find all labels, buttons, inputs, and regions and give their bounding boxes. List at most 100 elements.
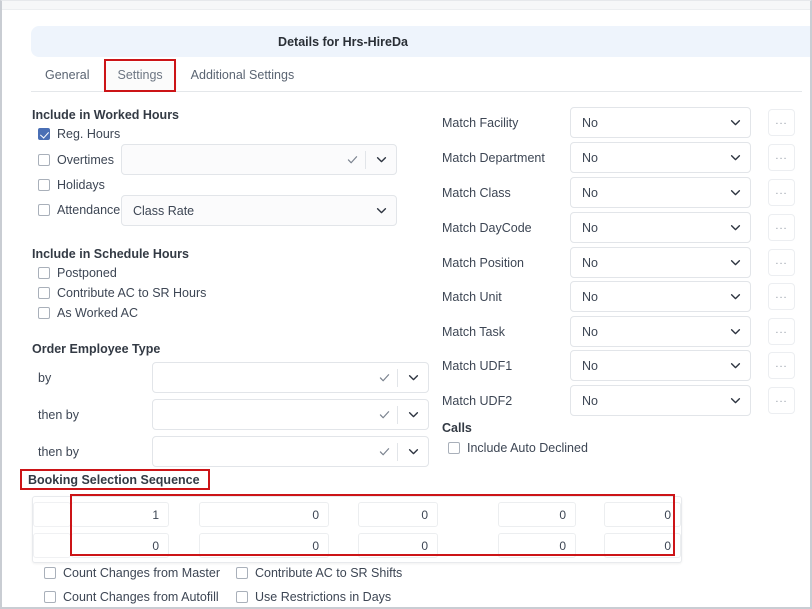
include-in-schedule-hours-heading: Include in Schedule Hours xyxy=(32,247,189,261)
booking-cell-r1c4[interactable]: 0 xyxy=(358,502,438,527)
match-class-ellipsis-button[interactable]: ... xyxy=(768,179,795,206)
match-udf2-ellipsis-button[interactable]: ... xyxy=(768,387,795,414)
chevron-down-icon[interactable] xyxy=(366,196,396,225)
checkbox-count-changes-from-autofill[interactable]: Count Changes from Autofill xyxy=(44,590,219,604)
order-by-label: by xyxy=(38,371,52,385)
match-task-ellipsis-button[interactable]: ... xyxy=(768,318,795,345)
chevron-down-icon[interactable] xyxy=(398,400,428,429)
chevron-down-icon[interactable] xyxy=(398,363,428,392)
order-then-by-1-label: then by xyxy=(38,408,80,422)
booking-cell-r2c3[interactable]: 0 xyxy=(199,533,329,558)
match-position-select[interactable]: No xyxy=(570,247,751,278)
match-udf1-ellipsis-button[interactable]: ... xyxy=(768,352,795,379)
order-then-by-1-combobox[interactable] xyxy=(152,399,429,430)
match-udf1-select[interactable]: No xyxy=(570,350,751,381)
match-position-ellipsis-button[interactable]: ... xyxy=(768,249,795,276)
checkbox-include-auto-declined[interactable]: Include Auto Declined xyxy=(448,441,588,455)
checkbox-holidays[interactable]: Holidays xyxy=(38,178,105,192)
match-department-label: Match Department xyxy=(442,151,545,165)
checkbox-attendance[interactable]: Attendance xyxy=(38,203,120,217)
match-udf2-value: No xyxy=(582,393,598,408)
tab-settings[interactable]: Settings xyxy=(103,62,177,90)
checkbox-overtimes[interactable]: Overtimes xyxy=(38,153,114,167)
order-by-combobox[interactable] xyxy=(152,362,429,393)
match-unit-value: No xyxy=(582,289,598,304)
count-changes-from-master-label: Count Changes from Master xyxy=(63,566,221,580)
booking-cell-r1c3[interactable]: 0 xyxy=(199,502,329,527)
overtimes-combobox[interactable] xyxy=(121,144,397,175)
checkbox-contribute-ac-to-sr-shifts[interactable]: Contribute AC to SR Shifts xyxy=(236,566,402,580)
order-then-by-2-combobox[interactable] xyxy=(152,436,429,467)
booking-cell-r1c2[interactable]: 1 xyxy=(71,502,169,527)
calls-heading: Calls xyxy=(442,421,472,435)
check-icon[interactable] xyxy=(371,437,397,466)
match-unit-ellipsis-button[interactable]: ... xyxy=(768,283,795,310)
match-class-label: Match Class xyxy=(442,186,511,200)
check-icon[interactable] xyxy=(371,363,397,392)
chevron-down-icon[interactable] xyxy=(398,437,428,466)
match-department-ellipsis-button[interactable]: ... xyxy=(768,144,795,171)
check-icon[interactable] xyxy=(339,145,365,174)
table-row: 1 0 0 0 0 xyxy=(33,500,681,529)
match-unit-select[interactable]: No xyxy=(570,281,751,312)
match-facility-value: No xyxy=(582,115,598,130)
contribute-ac-to-sr-hours-label: Contribute AC to SR Hours xyxy=(57,286,207,300)
chevron-down-icon[interactable] xyxy=(720,213,750,242)
booking-cell-r2c2[interactable]: 0 xyxy=(71,533,169,558)
booking-selection-sequence-table: 1 0 0 0 0 0 0 0 0 0 xyxy=(32,496,682,563)
dialog-title-bar: Details for Hrs-HireDa xyxy=(31,26,810,57)
booking-cell-r2c6[interactable]: 0 xyxy=(604,533,681,558)
include-auto-declined-checkbox-box[interactable] xyxy=(448,442,460,454)
checkbox-postponed[interactable]: Postponed xyxy=(38,266,117,280)
chevron-down-icon[interactable] xyxy=(366,145,396,174)
overtimes-label: Overtimes xyxy=(57,153,114,167)
chevron-down-icon[interactable] xyxy=(720,282,750,311)
checkbox-contribute-ac-to-sr-hours[interactable]: Contribute AC to SR Hours xyxy=(38,286,206,300)
reg-hours-checkbox-box[interactable] xyxy=(38,128,50,140)
checkbox-reg-hours[interactable]: Reg. Hours xyxy=(38,127,120,141)
chevron-down-icon[interactable] xyxy=(720,143,750,172)
checkbox-use-restrictions-in-days[interactable]: Use Restrictions in Days xyxy=(236,590,391,604)
match-udf1-label: Match UDF1 xyxy=(442,359,513,373)
contribute-ac-to-sr-hours-checkbox-box[interactable] xyxy=(38,287,50,299)
match-position-value: No xyxy=(582,255,598,270)
match-facility-ellipsis-button[interactable]: ... xyxy=(768,109,795,136)
booking-cell-r1c1[interactable] xyxy=(33,502,71,527)
booking-cell-r2c1[interactable] xyxy=(33,533,71,558)
match-udf2-select[interactable]: No xyxy=(570,385,751,416)
match-daycode-ellipsis-button[interactable]: ... xyxy=(768,214,795,241)
booking-cell-r2c5[interactable]: 0 xyxy=(498,533,576,558)
match-class-select[interactable]: No xyxy=(570,177,751,208)
match-class-value: No xyxy=(582,185,598,200)
booking-cell-r1c6[interactable]: 0 xyxy=(604,502,681,527)
booking-cell-r1c5[interactable]: 0 xyxy=(498,502,576,527)
chevron-down-icon[interactable] xyxy=(720,108,750,137)
chevron-down-icon[interactable] xyxy=(720,248,750,277)
booking-cell-r2c4[interactable]: 0 xyxy=(358,533,438,558)
match-task-select[interactable]: No xyxy=(570,316,751,347)
match-daycode-select[interactable]: No xyxy=(570,212,751,243)
postponed-checkbox-box[interactable] xyxy=(38,267,50,279)
check-icon[interactable] xyxy=(371,400,397,429)
checkbox-as-worked-ac[interactable]: As Worked AC xyxy=(38,306,138,320)
contribute-ac-to-sr-shifts-checkbox-box[interactable] xyxy=(236,567,248,579)
count-changes-from-master-checkbox-box[interactable] xyxy=(44,567,56,579)
holidays-checkbox-box[interactable] xyxy=(38,179,50,191)
match-department-select[interactable]: No xyxy=(570,142,751,173)
chevron-down-icon[interactable] xyxy=(720,317,750,346)
include-in-worked-hours-heading: Include in Worked Hours xyxy=(32,108,180,122)
as-worked-ac-label: As Worked AC xyxy=(57,306,139,320)
count-changes-from-autofill-checkbox-box[interactable] xyxy=(44,591,56,603)
as-worked-ac-checkbox-box[interactable] xyxy=(38,307,50,319)
chevron-down-icon[interactable] xyxy=(720,351,750,380)
tab-additional-settings[interactable]: Additional Settings xyxy=(177,62,309,90)
chevron-down-icon[interactable] xyxy=(720,178,750,207)
overtimes-checkbox-box[interactable] xyxy=(38,154,50,166)
match-facility-select[interactable]: No xyxy=(570,107,751,138)
tab-general[interactable]: General xyxy=(31,62,103,90)
chevron-down-icon[interactable] xyxy=(720,386,750,415)
use-restrictions-in-days-checkbox-box[interactable] xyxy=(236,591,248,603)
attendance-checkbox-box[interactable] xyxy=(38,204,50,216)
checkbox-count-changes-from-master[interactable]: Count Changes from Master xyxy=(44,566,220,580)
attendance-select[interactable]: Class Rate xyxy=(121,195,397,226)
